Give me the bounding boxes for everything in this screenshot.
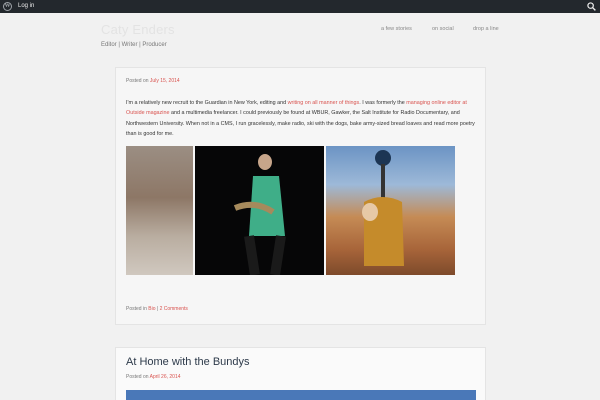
site-title[interactable]: Caty Enders [101,22,175,37]
nav-item-drop-a-line[interactable]: drop a line [473,26,499,32]
post-body: I'm a relatively new recruit to the Guar… [126,100,475,137]
body-link-writing[interactable]: writing on all manner of things [288,100,360,106]
photo-snake[interactable] [195,146,324,276]
post-image[interactable] [126,390,476,400]
post-bio: Posted on July 15, 2014 I'm a relatively… [115,67,486,325]
nav-item-on-social[interactable]: on social [432,26,454,32]
category-link[interactable]: Bio [148,306,155,312]
photo-canyon[interactable] [326,146,455,275]
post-title[interactable]: At Home with the Bundys [126,356,250,368]
wordpress-logo-icon[interactable]: W [3,2,12,11]
post-meta: Posted on July 15, 2014 [126,78,180,84]
photo-runner[interactable] [126,146,193,275]
comments-link[interactable]: 2 Comments [160,306,188,312]
admin-bar: W Log in [0,0,600,13]
login-link[interactable]: Log in [18,0,34,13]
post-footer-meta: Posted in Bio | 2 Comments [126,306,188,312]
site-tagline: Editor | Writer | Producer [101,42,167,48]
nav-item-a-few-stories[interactable]: a few stories [381,26,412,32]
post-meta: Posted on April 26, 2014 [126,374,181,380]
post-date-link[interactable]: July 15, 2014 [150,78,180,84]
search-icon[interactable] [587,2,596,11]
post-bundys: At Home with the Bundys Posted on April … [115,347,486,400]
post-date-link[interactable]: April 26, 2014 [150,374,181,380]
